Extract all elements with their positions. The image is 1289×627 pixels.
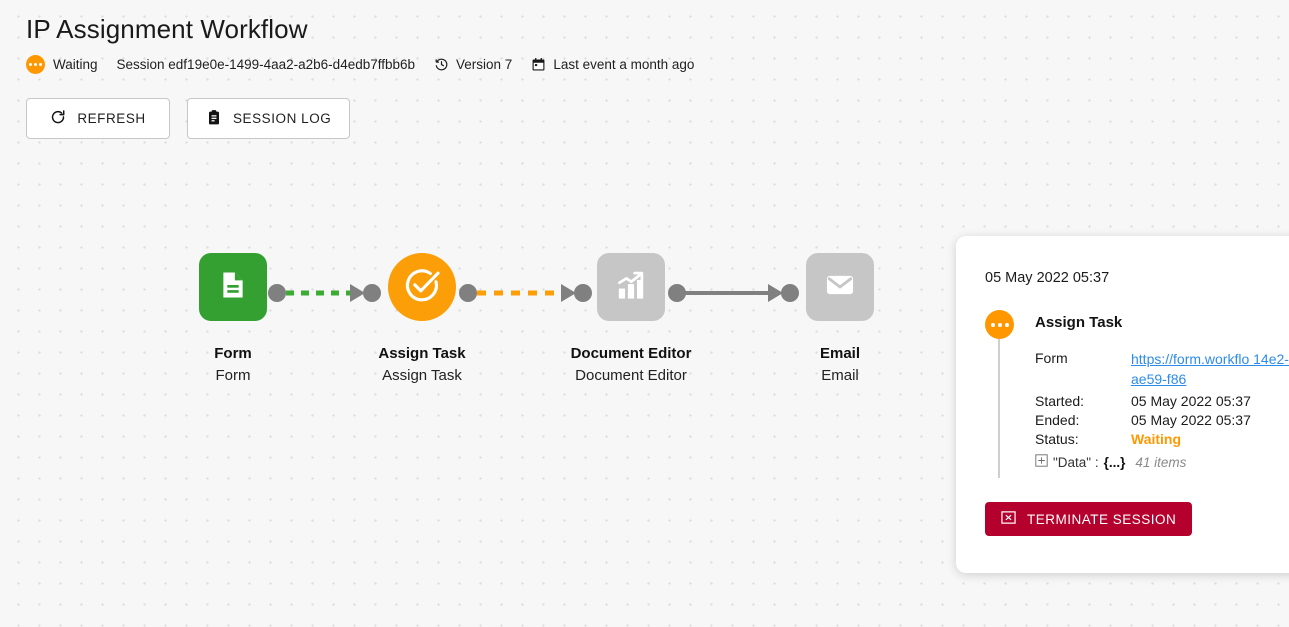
last-event-label: Last event a month ago [553, 56, 695, 72]
event-detail-list: Form https://form.workflo 14e2-467d-ae59… [1035, 349, 1289, 472]
refresh-button-label: REFRESH [77, 111, 146, 126]
node-subtitle: Form [215, 366, 251, 384]
history-clock-icon [434, 57, 449, 72]
detail-value-started: 05 May 2022 05:37 [1131, 393, 1251, 409]
clipboard-icon [206, 109, 222, 129]
node-subtitle: Document Editor [575, 366, 687, 384]
node-title: Document Editor [570, 345, 692, 362]
terminate-session-button[interactable]: TERMINATE SESSION [985, 502, 1193, 536]
event-title: Assign Task [1035, 314, 1123, 331]
version-info: Version 7 [434, 57, 512, 72]
page-header: IP Assignment Workflow Waiting Session e… [26, 14, 694, 74]
detail-value-status: Waiting [1131, 431, 1182, 447]
node-title: Assign Task [378, 345, 466, 362]
detail-label-ended: Ended: [1035, 412, 1080, 428]
form-link[interactable]: https://form.workflo 14e2-467d-ae59-f86 [1131, 349, 1289, 389]
node-shape [199, 253, 267, 321]
workflow-node-assign-task[interactable]: Assign Task Assign Task [347, 253, 497, 386]
data-braces: {...} [1103, 455, 1126, 470]
workflow-meta-row: Waiting Session edf19e0e-1499-4aa2-a2b6-… [26, 54, 694, 74]
plus-box-icon[interactable] [1035, 453, 1048, 472]
detail-row-started: Started: 05 May 2022 05:37 [1035, 392, 1289, 411]
session-id-label: Session edf19e0e-1499-4aa2-a2b6-d4edb7ff… [116, 56, 416, 72]
node-shape [388, 253, 456, 321]
session-log-button-label: SESSION LOG [233, 111, 332, 126]
session-id: Session edf19e0e-1499-4aa2-a2b6-d4edb7ff… [117, 57, 416, 72]
envelope-icon [823, 268, 857, 307]
node-subtitle: Email [821, 366, 859, 384]
ellipsis-circle-icon [985, 310, 1014, 339]
workflow-node-form[interactable]: Form Form [158, 253, 308, 386]
detail-value-ended: 05 May 2022 05:37 [1131, 412, 1251, 428]
workflow-node-email[interactable]: Email Email [765, 253, 915, 386]
timeline-connector [998, 339, 1000, 478]
detail-row-status: Status: Waiting [1035, 430, 1289, 449]
toolbar: REFRESH SESSION LOG [26, 98, 351, 139]
detail-label-form: Form [1035, 350, 1068, 366]
event-date: 05 May 2022 05:37 [985, 270, 1110, 286]
refresh-button[interactable]: REFRESH [26, 98, 170, 139]
session-log-button[interactable]: SESSION LOG [187, 98, 351, 139]
last-event-info: Last event a month ago [531, 57, 694, 72]
data-tree-row[interactable]: "Data" : {...} 41 items [1035, 453, 1289, 472]
node-shape [806, 253, 874, 321]
detail-row-ended: Ended: 05 May 2022 05:37 [1035, 411, 1289, 430]
document-icon [216, 268, 250, 307]
page-title: IP Assignment Workflow [26, 14, 308, 44]
status-label: Waiting [53, 56, 98, 72]
calendar-icon [531, 57, 546, 72]
detail-row-form: Form https://form.workflo 14e2-467d-ae59… [1035, 349, 1289, 389]
event-details-panel: 05 May 2022 05:37 Assign Task Form https… [956, 236, 1289, 573]
bar-chart-icon [614, 268, 648, 307]
data-key-label: "Data" : [1053, 455, 1099, 470]
close-box-icon [1001, 510, 1016, 528]
workflow-node-document-editor[interactable]: Document Editor Document Editor [556, 253, 706, 386]
check-circle-icon [402, 265, 442, 310]
detail-label-started: Started: [1035, 393, 1085, 409]
status-badge: Waiting [26, 54, 98, 74]
version-label: Version 7 [456, 56, 513, 72]
node-subtitle: Assign Task [382, 366, 462, 384]
terminate-session-label: TERMINATE SESSION [1027, 511, 1177, 527]
detail-label-status: Status: [1035, 431, 1079, 447]
data-item-count: 41 items [1135, 455, 1187, 470]
node-title: Form [214, 345, 252, 362]
ellipsis-circle-icon [26, 54, 45, 74]
refresh-icon [50, 109, 66, 128]
node-title: Email [819, 345, 861, 362]
node-shape [597, 253, 665, 321]
